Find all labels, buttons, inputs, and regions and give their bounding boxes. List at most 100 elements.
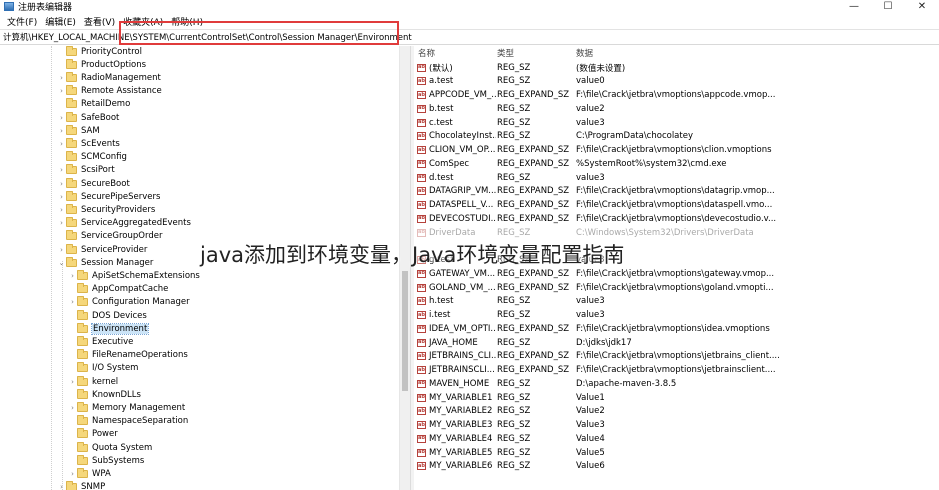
- tree-item[interactable]: › SAM: [57, 124, 100, 137]
- value-row[interactable]: ab GATEWAY_VM... REG_EXPAND_SZ F:\file\Crac…: [414, 267, 939, 280]
- tree-item[interactable]: ⌄ Session Manager: [57, 256, 153, 269]
- tree-item[interactable]: › ScsiPort: [57, 164, 115, 177]
- value-row[interactable]: ab ComSpec REG_EXPAND_SZ %SystemRoot%\syste…: [414, 157, 939, 170]
- tree-item[interactable]: › ServiceProvider: [57, 243, 147, 256]
- value-row[interactable]: ab DATAGRIP_VM... REG_EXPAND_SZ F:\file\Cra…: [414, 185, 939, 198]
- value-row[interactable]: ab IDEA_VM_OPTI... REG_EXPAND_SZ F:\file\Cr…: [414, 322, 939, 335]
- address-bar[interactable]: 计算机\HKEY_LOCAL_MACHINE\SYSTEM\CurrentCon…: [0, 29, 939, 45]
- chevron-right-icon[interactable]: ›: [57, 166, 66, 174]
- tree-item[interactable]: Quota System: [68, 441, 152, 454]
- chevron-right-icon[interactable]: ›: [57, 483, 66, 490]
- value-row[interactable]: ab d.test REG_SZ value3: [414, 171, 939, 184]
- tree-item[interactable]: FileRenameOperations: [68, 349, 188, 362]
- menu-view[interactable]: 查看(V): [80, 15, 119, 28]
- tree-scrollbar-thumb[interactable]: [402, 271, 408, 391]
- tree-item[interactable]: ProductOptions: [57, 58, 146, 71]
- tree-item[interactable]: Executive: [68, 335, 133, 348]
- value-row[interactable]: ab MY_VARIABLE3 REG_SZ Value3: [414, 419, 939, 432]
- value-row[interactable]: ab JETBRAINSCLI... REG_EXPAND_SZ F:\file\Cr…: [414, 364, 939, 377]
- close-button[interactable]: ✕: [905, 0, 939, 13]
- tree-item[interactable]: › SecurePipeServers: [57, 190, 160, 203]
- value-row[interactable]: ab DATASPELL_V... REG_EXPAND_SZ F:\file\Cra…: [414, 199, 939, 212]
- tree-item[interactable]: ServiceGroupOrder: [57, 230, 162, 243]
- chevron-right-icon[interactable]: ›: [57, 193, 66, 201]
- tree-item-label: Remote Assistance: [81, 86, 162, 97]
- chevron-right-icon[interactable]: ›: [57, 140, 66, 148]
- value-row[interactable]: ab (默认) REG_SZ (数值未设置): [414, 61, 939, 74]
- tree-item[interactable]: Power: [68, 428, 118, 441]
- value-row[interactable]: ab MY_VARIABLE6 REG_SZ Value6: [414, 460, 939, 473]
- value-row[interactable]: ab a.test REG_SZ value0: [414, 75, 939, 88]
- tree-item[interactable]: › RadioManagement: [57, 71, 161, 84]
- chevron-right-icon[interactable]: ›: [68, 404, 77, 412]
- value-row[interactable]: ab APPCODE_VM_... REG_EXPAND_SZ F:\file\Cra…: [414, 89, 939, 102]
- value-name: MY_VARIABLE5: [429, 447, 493, 458]
- address-path[interactable]: 计算机\HKEY_LOCAL_MACHINE\SYSTEM\CurrentCon…: [3, 31, 412, 43]
- tree-item[interactable]: RetailDemo: [57, 98, 130, 111]
- tree-item[interactable]: › ServiceAggregatedEvents: [57, 217, 191, 230]
- value-row[interactable]: ab MY_VARIABLE2 REG_SZ Value2: [414, 405, 939, 418]
- tree-item[interactable]: › ApiSetSchemaExtensions: [68, 269, 200, 282]
- tree-item[interactable]: › Memory Management: [68, 401, 185, 414]
- value-row[interactable]: ab ChocolateyInst... REG_SZ C:\ProgramData\…: [414, 130, 939, 143]
- tree-item[interactable]: › ScEvents: [57, 137, 120, 150]
- value-row[interactable]: ab MAVEN_HOME REG_SZ D:\apache-maven-3.8.5: [414, 377, 939, 390]
- chevron-right-icon[interactable]: ›: [57, 206, 66, 214]
- column-header-type[interactable]: 类型: [497, 46, 575, 60]
- chevron-right-icon[interactable]: ›: [68, 298, 77, 306]
- value-row[interactable]: ab MY_VARIABLE1 REG_SZ Value1: [414, 391, 939, 404]
- minimize-button[interactable]: —: [837, 0, 871, 13]
- column-header-data[interactable]: 数据: [576, 46, 756, 60]
- chevron-right-icon[interactable]: ›: [57, 127, 66, 135]
- tree-item[interactable]: SubSystems: [68, 454, 144, 467]
- chevron-right-icon[interactable]: ›: [57, 87, 66, 95]
- tree-item[interactable]: › SecureBoot: [57, 177, 130, 190]
- tree-item[interactable]: SCMConfig: [57, 151, 127, 164]
- chevron-right-icon[interactable]: ›: [57, 219, 66, 227]
- value-row[interactable]: ab JETBRAINS_CLI... REG_EXPAND_SZ F:\file\C…: [414, 350, 939, 363]
- tree-item[interactable]: AppCompatCache: [68, 283, 168, 296]
- value-row[interactable]: ab i.test REG_SZ value3: [414, 309, 939, 322]
- value-row[interactable]: ab GOLAND_VM_... REG_EXPAND_SZ F:\file\Crac…: [414, 281, 939, 294]
- tree-item[interactable]: I/O System: [68, 362, 138, 375]
- tree-item[interactable]: DOS Devices: [68, 309, 147, 322]
- value-row[interactable]: ab b.test REG_SZ value2: [414, 102, 939, 115]
- chevron-right-icon[interactable]: ›: [68, 470, 77, 478]
- menu-file[interactable]: 文件(F): [3, 15, 41, 28]
- value-data: value3: [576, 296, 605, 307]
- watermark-caption: java添加到环境变量，Java环境变量配置指南: [200, 243, 625, 267]
- chevron-right-icon[interactable]: ›: [57, 246, 66, 254]
- chevron-right-icon[interactable]: ›: [57, 74, 66, 82]
- chevron-right-icon[interactable]: ›: [68, 378, 77, 386]
- value-row[interactable]: ab CLION_VM_OP... REG_EXPAND_SZ F:\file\Cra…: [414, 144, 939, 157]
- value-row[interactable]: ab h.test REG_SZ value3: [414, 295, 939, 308]
- menu-help[interactable]: 帮助(H): [167, 15, 207, 28]
- tree-item[interactable]: › kernel: [68, 375, 118, 388]
- menu-favorites[interactable]: 收藏夹(A): [119, 15, 167, 28]
- tree-item[interactable]: Environment: [68, 322, 150, 335]
- value-data: F:\file\Crack\jetbra\vmoptions\jetbrains…: [576, 351, 780, 362]
- tree-item[interactable]: NamespaceSeparation: [68, 415, 188, 428]
- tree-item[interactable]: KnownDLLs: [68, 388, 141, 401]
- chevron-right-icon[interactable]: ›: [57, 180, 66, 188]
- window-controls: — ☐ ✕: [837, 0, 939, 13]
- value-row[interactable]: ab DEVECOSTUDI... REG_EXPAND_SZ F:\file\Cra…: [414, 212, 939, 225]
- maximize-button[interactable]: ☐: [871, 0, 905, 13]
- chevron-right-icon[interactable]: ›: [68, 272, 77, 280]
- tree-item[interactable]: › SafeBoot: [57, 111, 119, 124]
- value-row[interactable]: ab JAVA_HOME REG_SZ D:\jdks\jdk17: [414, 336, 939, 349]
- value-row[interactable]: ab MY_VARIABLE5 REG_SZ Value5: [414, 446, 939, 459]
- column-header-name[interactable]: 名称: [418, 46, 498, 60]
- tree-item[interactable]: PriorityControl: [57, 46, 142, 58]
- tree-item[interactable]: › Configuration Manager: [68, 296, 190, 309]
- menu-edit[interactable]: 编辑(E): [41, 15, 80, 28]
- tree-item[interactable]: › SNMP: [57, 481, 105, 490]
- tree-item[interactable]: › Remote Assistance: [57, 85, 162, 98]
- value-row[interactable]: ab c.test REG_SZ value3: [414, 116, 939, 129]
- chevron-down-icon[interactable]: ⌄: [57, 259, 66, 267]
- value-row[interactable]: ab MY_VARIABLE4 REG_SZ Value4: [414, 432, 939, 445]
- chevron-right-icon[interactable]: ›: [57, 114, 66, 122]
- tree-item[interactable]: › WPA: [68, 467, 111, 480]
- value-row[interactable]: ab DriverData REG_SZ C:\Windows\System32\Dr…: [414, 226, 939, 239]
- tree-item[interactable]: › SecurityProviders: [57, 203, 155, 216]
